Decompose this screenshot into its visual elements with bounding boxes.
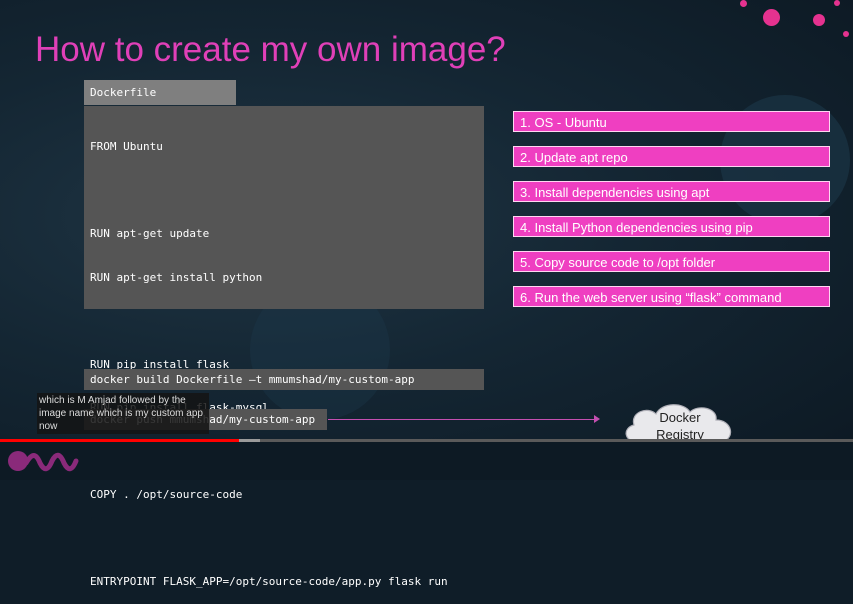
bottom-bar xyxy=(0,442,853,480)
push-arrow xyxy=(328,419,596,420)
video-caption: which is M Amjad followed by the image n… xyxy=(37,393,209,434)
code-line: FROM Ubuntu xyxy=(90,140,163,153)
slide-title: How to create my own image? xyxy=(35,30,506,69)
docker-build-command: docker build Dockerfile –t mmumshad/my-c… xyxy=(84,369,484,390)
code-line: RUN apt-get update xyxy=(90,227,210,240)
decorative-dot xyxy=(813,14,825,26)
code-line: RUN apt-get install python xyxy=(90,270,263,284)
decorative-dot xyxy=(834,0,840,6)
step-run-server: 6. Run the web server using “flask” comm… xyxy=(513,286,830,307)
arrow-head-icon xyxy=(594,415,600,423)
code-line: ENTRYPOINT FLASK_APP=/opt/source-code/ap… xyxy=(90,575,448,588)
dockerfile-code-block: FROM Ubuntu RUN apt-get update RUN apt-g… xyxy=(84,106,484,588)
step-copy-source: 5. Copy source code to /opt folder xyxy=(513,251,830,272)
decorative-dot xyxy=(763,9,780,26)
step-install-apt-deps: 3. Install dependencies using apt xyxy=(513,181,830,202)
registry-label-line: Docker xyxy=(659,410,701,425)
dockerfile-tab-label: Dockerfile xyxy=(84,80,236,105)
code-line: COPY . /opt/source-code xyxy=(90,488,243,501)
docker-registry-label: Docker Registry xyxy=(620,409,740,443)
step-update-apt: 2. Update apt repo xyxy=(513,146,830,167)
step-os: 1. OS - Ubuntu xyxy=(513,111,830,132)
decorative-dot xyxy=(843,31,849,37)
decorative-dot xyxy=(740,0,747,7)
step-install-pip-deps: 4. Install Python dependencies using pip xyxy=(513,216,830,237)
channel-logo-icon xyxy=(8,451,79,472)
